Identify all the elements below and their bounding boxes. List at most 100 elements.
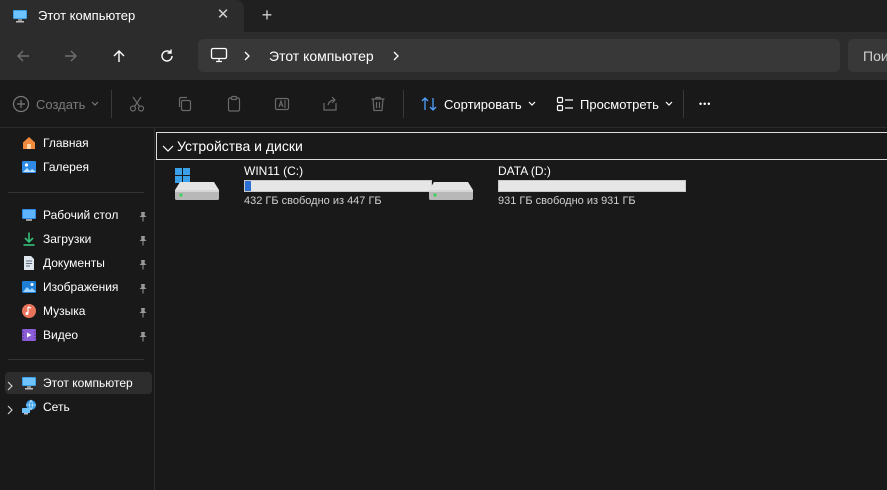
sidebar-item-gallery[interactable]: Галерея [5, 156, 152, 178]
drive-icon [428, 168, 474, 207]
divider [111, 90, 112, 118]
sidebar-item-pictures[interactable]: Изображения [5, 276, 152, 298]
chevron-right-icon[interactable] [6, 378, 14, 396]
tab-this-pc[interactable]: Этот компьютер ✕ [0, 0, 244, 32]
pictures-icon [21, 279, 37, 300]
drive-name: WIN11 (C:) [244, 164, 304, 178]
network-icon [21, 399, 37, 420]
group-title: Устройства и диски [177, 138, 303, 154]
drive-free-space: 432 ГБ свободно из 447 ГБ [244, 195, 382, 207]
create-label: Создать [36, 96, 86, 112]
paste-button[interactable] [225, 92, 243, 116]
cut-button[interactable] [128, 92, 146, 116]
address-bar[interactable]: Этот компьютер [198, 39, 840, 72]
delete-button[interactable] [369, 92, 387, 116]
chevron-right-icon[interactable] [242, 49, 252, 67]
sort-icon [421, 97, 437, 111]
up-button[interactable] [107, 44, 131, 68]
divider [683, 90, 684, 118]
monitor-icon [210, 47, 228, 68]
sidebar-item-this-pc[interactable]: Этот компьютер [5, 372, 152, 394]
sidebar-item-label: Изображения [43, 280, 119, 294]
clipboard-icon [227, 95, 241, 112]
sidebar-item-downloads[interactable]: Загрузки [5, 228, 152, 250]
plus-circle-icon [12, 95, 30, 113]
view-layout-icon [556, 96, 573, 112]
navigation-bar: Этот компьютер Пои [0, 32, 887, 80]
sidebar-item-home[interactable]: Главная [5, 132, 152, 154]
copy-button[interactable] [176, 92, 194, 116]
pin-icon[interactable] [138, 209, 148, 227]
share-button[interactable] [321, 92, 339, 116]
sidebar-item-label: Сеть [43, 400, 70, 414]
sidebar-divider [8, 359, 144, 360]
address-location[interactable]: Этот компьютер [269, 48, 374, 64]
chevron-right-icon[interactable] [6, 402, 14, 420]
refresh-button[interactable] [155, 44, 179, 68]
sidebar-item-desktop[interactable]: Рабочий стол [5, 204, 152, 226]
search-placeholder: Пои [863, 48, 887, 64]
sidebar-item-documents[interactable]: Документы [5, 252, 152, 274]
drive-item-d[interactable]: DATA (D:) 931 ГБ свободно из 931 ГБ [428, 164, 686, 212]
share-icon [323, 96, 337, 111]
chevron-right-icon[interactable] [391, 49, 401, 67]
chevron-down-icon[interactable] [162, 140, 174, 158]
chevron-down-icon [91, 101, 99, 106]
pin-icon[interactable] [138, 329, 148, 347]
drive-item-c[interactable]: WIN11 (C:) 432 ГБ свободно из 447 ГБ [174, 164, 432, 212]
create-button[interactable]: Создать [12, 92, 99, 116]
sidebar-item-label: Загрузки [43, 232, 92, 246]
sort-label: Сортировать [444, 96, 522, 112]
drive-free-space: 931 ГБ свободно из 931 ГБ [498, 195, 636, 207]
downloads-icon [21, 231, 37, 252]
view-label: Просмотреть [580, 96, 659, 112]
arrow-up-icon [113, 50, 125, 62]
sidebar-item-label: Галерея [43, 160, 90, 174]
copy-icon [178, 96, 192, 112]
trash-icon [371, 96, 385, 112]
devices-group-header[interactable]: Устройства и диски [156, 132, 887, 160]
command-bar: Создать Сортировать Просмотреть ••• [0, 80, 887, 128]
divider [403, 90, 404, 118]
music-icon [21, 303, 37, 324]
content-area: Устройства и диски WIN11 (C:) 432 ГБ сво… [156, 128, 887, 490]
gallery-icon [21, 159, 37, 180]
chevron-down-icon [528, 101, 536, 106]
sidebar-item-label: Видео [43, 328, 79, 342]
pin-icon[interactable] [138, 233, 148, 251]
scissors-icon [129, 96, 145, 112]
back-button[interactable] [11, 44, 35, 68]
this-pc-icon [21, 375, 37, 396]
view-button[interactable]: Просмотреть [556, 92, 673, 116]
pin-icon[interactable] [138, 305, 148, 323]
file-explorer-window: Этот компьютер ✕ + Этот компьютер Пои Со… [0, 0, 887, 490]
sidebar-item-network[interactable]: Сеть [5, 396, 152, 418]
sidebar-item-music[interactable]: Музыка [5, 300, 152, 322]
arrow-left-icon [17, 50, 29, 62]
drive-usage-fill [245, 181, 252, 191]
more-options-icon[interactable]: ••• [699, 92, 711, 116]
desktop-folder-icon [21, 207, 37, 228]
tab-strip: Этот компьютер ✕ + [0, 0, 887, 32]
pin-icon[interactable] [138, 257, 148, 275]
this-pc-icon [12, 8, 28, 29]
drive-usage-bar [498, 180, 686, 192]
drive-usage-bar [244, 180, 432, 192]
drive-name: DATA (D:) [498, 164, 551, 178]
tab-close-icon[interactable]: ✕ [213, 5, 233, 25]
sort-button[interactable]: Сортировать [420, 92, 536, 116]
sidebar-item-label: Этот компьютер [43, 376, 133, 390]
system-drive-icon [174, 168, 220, 207]
sidebar-item-label: Главная [43, 136, 89, 150]
home-icon [21, 135, 37, 156]
forward-button[interactable] [59, 44, 83, 68]
pin-icon[interactable] [138, 281, 148, 299]
sidebar-item-label: Рабочий стол [43, 208, 119, 222]
search-box[interactable]: Пои [848, 39, 887, 72]
rename-icon [274, 97, 290, 111]
rename-button[interactable] [273, 92, 291, 116]
sidebar-item-video[interactable]: Видео [5, 324, 152, 346]
new-tab-button[interactable]: + [257, 5, 277, 25]
sidebar-item-label: Музыка [43, 304, 86, 318]
sidebar-divider [8, 192, 144, 193]
